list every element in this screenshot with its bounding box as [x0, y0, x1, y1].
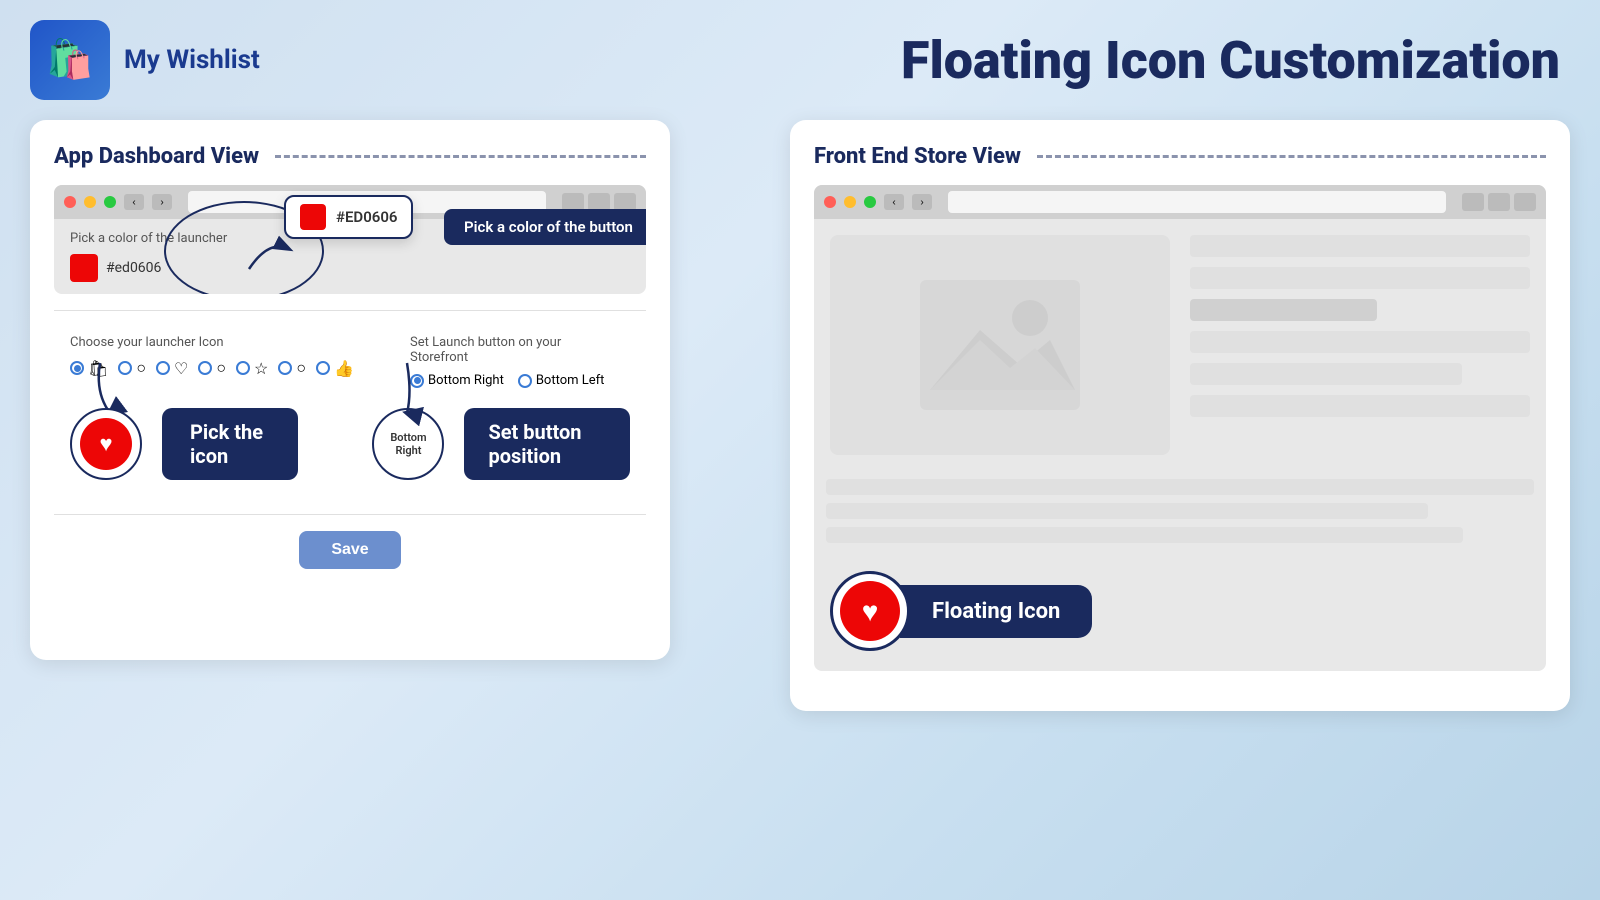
logo-icon: 🛍️ — [46, 38, 93, 82]
section-divider-1 — [54, 310, 646, 311]
store-refresh-btn[interactable] — [1488, 193, 1510, 211]
product-info — [1190, 235, 1530, 455]
icon-circle2: ○ — [216, 358, 226, 378]
store-browser-actions — [1462, 193, 1536, 211]
radio-item-3[interactable]: ♡ — [156, 359, 188, 378]
position-radio-group: Bottom Right Bottom Left — [410, 373, 610, 388]
save-button[interactable]: Save — [299, 531, 400, 569]
dashboard-panel: App Dashboard View ‹ › Pick a color o — [30, 120, 670, 660]
dashboard-panel-title: App Dashboard View — [54, 144, 646, 169]
logo-box: 🛍️ — [30, 20, 110, 100]
browser-dot-red — [64, 196, 76, 208]
radio-item-5[interactable]: ☆ — [236, 359, 268, 378]
bottom-line-1 — [826, 479, 1534, 495]
color-section: Pick a color of the launcher #ed0606 #ED… — [54, 219, 646, 294]
radio-dot-4 — [198, 361, 212, 375]
product-image — [830, 235, 1170, 455]
main-content: App Dashboard View ‹ › Pick a color o — [0, 110, 1600, 670]
floating-icon-demo: ♥ Floating Icon — [814, 555, 1546, 671]
position-circle-text: Bottom Right — [374, 427, 442, 461]
icon-section-label: Choose your launcher Icon — [70, 335, 354, 350]
radio-item-6[interactable]: ○ — [278, 358, 306, 378]
store-menu-btn[interactable] — [1514, 193, 1536, 211]
store-dashed-divider — [1037, 155, 1546, 158]
info-bar-5 — [1190, 395, 1530, 417]
radio-item-7[interactable]: 👍 — [316, 359, 354, 378]
radio-dot-6 — [278, 361, 292, 375]
browser-dot-yellow — [84, 196, 96, 208]
browser-mockup: ‹ › Pick a color of the launcher #ed0606 — [54, 185, 646, 294]
radio-dot-1 — [70, 361, 84, 375]
icon-star: ☆ — [254, 359, 268, 378]
color-callout-label: Pick a color of the button — [444, 209, 646, 245]
floating-icon-label[interactable]: Floating Icon — [900, 585, 1092, 638]
callout-hex: #ED0606 — [336, 208, 397, 226]
store-forward-btn[interactable]: › — [912, 194, 932, 210]
position-section-right: Set Launch button on your Storefront Bot… — [410, 335, 610, 388]
color-swatch[interactable] — [70, 254, 98, 282]
app-name: My Wishlist — [124, 45, 260, 75]
radio-dot-5 — [236, 361, 250, 375]
position-left-label: Bottom Left — [536, 373, 605, 388]
set-position-button[interactable]: Set button position — [464, 408, 630, 480]
bottom-lines — [814, 479, 1546, 543]
info-bar-1 — [1190, 235, 1530, 257]
radio-item-4[interactable]: ○ — [198, 358, 226, 378]
header: 🛍️ My Wishlist Floating Icon Customizati… — [0, 0, 1600, 110]
radio-dot-3 — [156, 361, 170, 375]
bottom-line-2 — [826, 503, 1428, 519]
heart-icon: ♥ — [99, 431, 112, 457]
position-dot-left — [518, 374, 532, 388]
icon-preview-inner: ♥ — [80, 418, 132, 470]
store-dot-yellow — [844, 196, 856, 208]
callout-color-swatch — [300, 204, 326, 230]
dashed-divider — [275, 155, 646, 158]
store-panel: Front End Store View ‹ › — [790, 120, 1570, 711]
store-dot-green — [864, 196, 876, 208]
position-arrow-svg — [387, 363, 437, 418]
logo-area: 🛍️ My Wishlist — [30, 20, 260, 100]
store-panel-title: Front End Store View — [814, 144, 1546, 169]
radio-dot-7 — [316, 361, 330, 375]
position-circle: Bottom Right — [372, 408, 444, 480]
info-bar-3 — [1190, 331, 1530, 353]
floating-icon-inner: ♥ — [840, 581, 900, 641]
page-title: Floating Icon Customization — [901, 30, 1560, 91]
bottom-line-3 — [826, 527, 1463, 543]
browser-dot-green — [104, 196, 116, 208]
info-bar-4 — [1190, 363, 1462, 385]
icon-section: Choose your launcher Icon 🛍 ○ ♡ — [54, 323, 646, 502]
store-browser-bar: ‹ › — [814, 185, 1546, 219]
store-browser-mockup: ‹ › — [814, 185, 1546, 671]
browser-forward-btn[interactable]: › — [152, 194, 172, 210]
icon-circle-wrapper: ♥ — [70, 408, 142, 480]
store-dot-red — [824, 196, 836, 208]
position-label: Set Launch button on your Storefront — [410, 335, 610, 365]
floating-icon-circle: ♥ — [830, 571, 910, 651]
color-input-row: #ed0606 — [70, 254, 630, 282]
floating-heart-icon: ♥ — [862, 595, 879, 628]
store-share-btn[interactable] — [1462, 193, 1484, 211]
pick-icon-button[interactable]: Pick the icon — [162, 408, 298, 480]
icon-preview-circle: ♥ — [70, 408, 142, 480]
icon-heart: ♡ — [174, 359, 188, 378]
product-image-svg — [920, 280, 1080, 410]
browser-back-btn[interactable]: ‹ — [124, 194, 144, 210]
icon-circle3: ○ — [296, 358, 306, 378]
color-callout: #ED0606 — [284, 195, 413, 239]
position-circle-wrapper: Bottom Right — [372, 408, 444, 480]
position-right-label: Bottom Right — [428, 373, 504, 388]
store-back-btn[interactable]: ‹ — [884, 194, 904, 210]
callout-row: ♥ Pick the icon — [70, 398, 630, 490]
color-hex-value: #ed0606 — [106, 260, 161, 276]
store-content — [814, 219, 1546, 471]
store-url-bar[interactable] — [948, 191, 1446, 213]
section-divider-2 — [54, 514, 646, 515]
info-bar-2 — [1190, 267, 1530, 289]
info-bar-highlight — [1190, 299, 1377, 321]
position-radio-left[interactable]: Bottom Left — [518, 373, 605, 388]
icon-thumbsup: 👍 — [334, 359, 354, 378]
